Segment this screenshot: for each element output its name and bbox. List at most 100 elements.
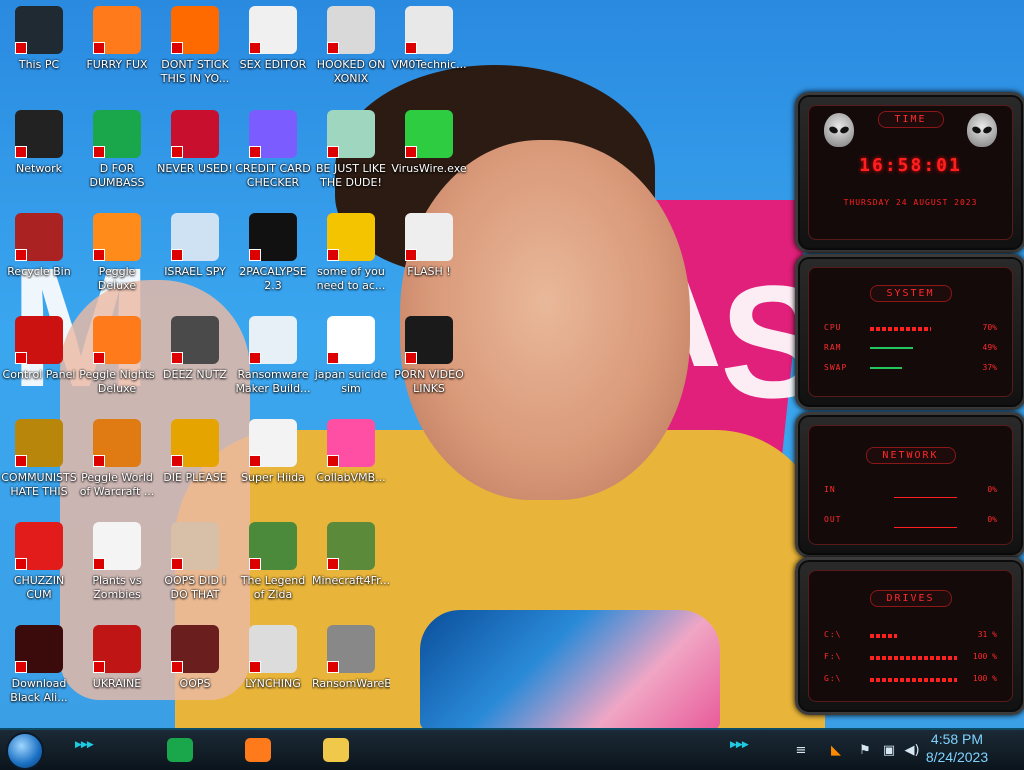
desktop-icon-label: BE JUST LIKE THE DUDE! <box>315 162 387 189</box>
desktop-icon[interactable]: The Legend of Zlda <box>234 522 312 602</box>
zelda-icon <box>249 522 297 570</box>
desktop-icon[interactable]: Minecraft4Fr... <box>312 522 390 588</box>
desktop-icon-label: D FOR DUMBASS <box>89 162 145 189</box>
taskbar-chat-app-button[interactable] <box>162 734 198 766</box>
desktop-icon[interactable]: NEVER USED! <box>156 110 234 176</box>
start-button[interactable] <box>6 732 44 770</box>
desktop-icon[interactable]: FURRY FUX <box>78 6 156 72</box>
desktop-icon[interactable]: Ransomware Maker Build... <box>234 316 312 396</box>
desktop-icon[interactable]: some of you need to ac... <box>312 213 390 293</box>
desktop-icon[interactable]: FLASH ! <box>390 213 468 279</box>
desktop-icon[interactable]: Peggle Deluxe <box>78 213 156 293</box>
desktop-icon[interactable]: PORN VIDEO LINKS <box>390 316 468 396</box>
malware-badge-icon <box>93 42 105 54</box>
desktop-icon-label: The Legend of Zlda <box>240 574 306 601</box>
drives-gadget[interactable]: DRIVES C:\ 31 % F:\ 100 % G:\ 100 % <box>795 557 1024 715</box>
desktop-icon[interactable]: Recycle Bin <box>0 213 78 279</box>
desktop-icon[interactable]: Peggle World of Warcraft ... <box>78 419 156 499</box>
desktop-icon[interactable]: DEEZ NUTZ <box>156 316 234 382</box>
desktop-icon[interactable]: COMMUNISTS HATE THIS G... <box>0 419 78 499</box>
network-icon[interactable]: ▣ <box>880 740 898 760</box>
malware-badge-icon <box>249 352 261 364</box>
gadget-row-value: 31 % <box>977 630 997 639</box>
desktop-icon-label: Recycle Bin <box>7 265 71 278</box>
desktop-icon[interactable]: japan suicide sim <box>312 316 390 396</box>
desktop-icon[interactable]: VirusWire.exe <box>390 110 468 176</box>
peggle-nights-icon <box>93 316 141 364</box>
gadget-row-key: OUT <box>824 515 842 524</box>
malware-badge-icon <box>405 42 417 54</box>
peggle-icon <box>93 213 141 261</box>
desktop-icon-label: OOPS <box>179 677 211 690</box>
gadget-row: IN 0% <box>824 485 997 499</box>
network-gadget[interactable]: NETWORK IN 0% OUT 0% <box>795 412 1024 558</box>
desktop-icon-label: Ransomware Maker Build... <box>235 368 311 395</box>
time-gadget[interactable]: TIME 16:58:01 THURSDAY 24 AUGUST 2023 <box>795 92 1024 253</box>
taskbar-chevrons-decor: ▶▶▶ <box>730 740 749 750</box>
dev-cpp-icon <box>171 110 219 158</box>
desktop-icon-label: CREDIT CARD CHECKER <box>235 162 311 189</box>
desktop-icon[interactable]: ISRAEL SPY <box>156 213 234 279</box>
desktop-icon[interactable]: CREDIT CARD CHECKER <box>234 110 312 190</box>
desktop-icon-label: OOPS DID I DO THAT <box>164 574 226 601</box>
desktop-icon-label: VirusWire.exe <box>391 162 467 175</box>
desktop-icon[interactable]: This PC <box>0 6 78 72</box>
desktop-icon[interactable]: OOPS <box>156 625 234 691</box>
desktop-icon[interactable]: D FOR DUMBASS <box>78 110 156 190</box>
hxd-icon <box>249 6 297 54</box>
tray-overflow-icon[interactable]: ≡ <box>790 740 812 760</box>
desktop-icon[interactable]: HOOKED ON XONIX <box>312 6 390 86</box>
desktop-icon[interactable]: OOPS DID I DO THAT <box>156 522 234 602</box>
desktop-icon[interactable]: DONT STICK THIS IN YO... <box>156 6 234 86</box>
taskbar-file-explorer-button[interactable] <box>318 734 354 766</box>
de-icon <box>171 419 219 467</box>
desktop-icon[interactable]: 2PACALYPSE 2.3 <box>234 213 312 293</box>
desktop-icon[interactable]: LYNCHING <box>234 625 312 691</box>
recycle-bin-icon <box>15 213 63 261</box>
malware-badge-icon <box>93 661 105 673</box>
folder-icon <box>323 738 349 762</box>
system-gadget[interactable]: SYSTEM CPU 70% RAM 49% SWAP 37% <box>795 254 1024 410</box>
malware-badge-icon <box>15 352 27 364</box>
malware-badge-icon <box>93 352 105 364</box>
gadget-row-key: CPU <box>824 323 842 332</box>
malware-badge-icon <box>171 352 183 364</box>
gadget-row-value: 49% <box>982 343 997 352</box>
desktop-icon-label: SEX EDITOR <box>239 58 307 71</box>
malware-badge-icon <box>93 455 105 467</box>
desktop-icon[interactable]: BE JUST LIKE THE DUDE! <box>312 110 390 190</box>
desktop-icon[interactable]: Network <box>0 110 78 176</box>
usage-bar-fill <box>870 327 931 331</box>
desktop-icon[interactable]: SEX EDITOR <box>234 6 312 72</box>
windows-stack-icon <box>171 316 219 364</box>
malware-badge-icon <box>171 558 183 570</box>
firefox-icon <box>93 6 141 54</box>
tray-app-icon[interactable]: ◣ <box>825 740 847 760</box>
usage-bar-fill <box>870 347 913 349</box>
gadget-row: F:\ 100 % <box>824 652 997 666</box>
desktop-icon[interactable]: UKRAINE <box>78 625 156 691</box>
desktop-icon-label: HOOKED ON XONIX <box>316 58 386 85</box>
desktop-icon[interactable]: CHUZZIN CUM <box>0 522 78 602</box>
desktop-icon[interactable]: CollabVMB... <box>312 419 390 485</box>
gadget-row: SWAP 37% <box>824 363 997 377</box>
usage-bar-fill <box>870 367 903 369</box>
desktop-icon-label: Minecraft4Fr... <box>312 574 390 587</box>
malware-badge-icon <box>249 661 261 673</box>
desktop-icon[interactable]: VM0Technic... <box>390 6 468 72</box>
desktop-icon[interactable]: Plants vs Zombies <box>78 522 156 602</box>
desktop-icon[interactable]: Peggle Nights Deluxe <box>78 316 156 396</box>
desktop-icon[interactable]: Control Panel <box>0 316 78 382</box>
taskbar-firefox-button[interactable] <box>240 734 276 766</box>
desktop-icon-label: Download Black Ali... <box>10 677 68 704</box>
desktop-icon-label: DONT STICK THIS IN YO... <box>160 58 230 85</box>
malware-badge-icon <box>249 249 261 261</box>
desktop-icon[interactable]: RansomWareBuilder2015.exe <box>312 625 390 691</box>
desktop-icon[interactable]: Super Hiida <box>234 419 312 485</box>
desktop-icon[interactable]: DIE PLEASE <box>156 419 234 485</box>
desktop-icon-label: 2PACALYPSE 2.3 <box>239 265 307 292</box>
radiation-icon <box>93 625 141 673</box>
action-center-flag-icon[interactable]: ⚑ <box>856 740 874 760</box>
desktop-icon[interactable]: Download Black Ali... <box>0 625 78 705</box>
taskbar-clock[interactable]: 4:58 PM 8/24/2023 <box>912 730 1002 766</box>
